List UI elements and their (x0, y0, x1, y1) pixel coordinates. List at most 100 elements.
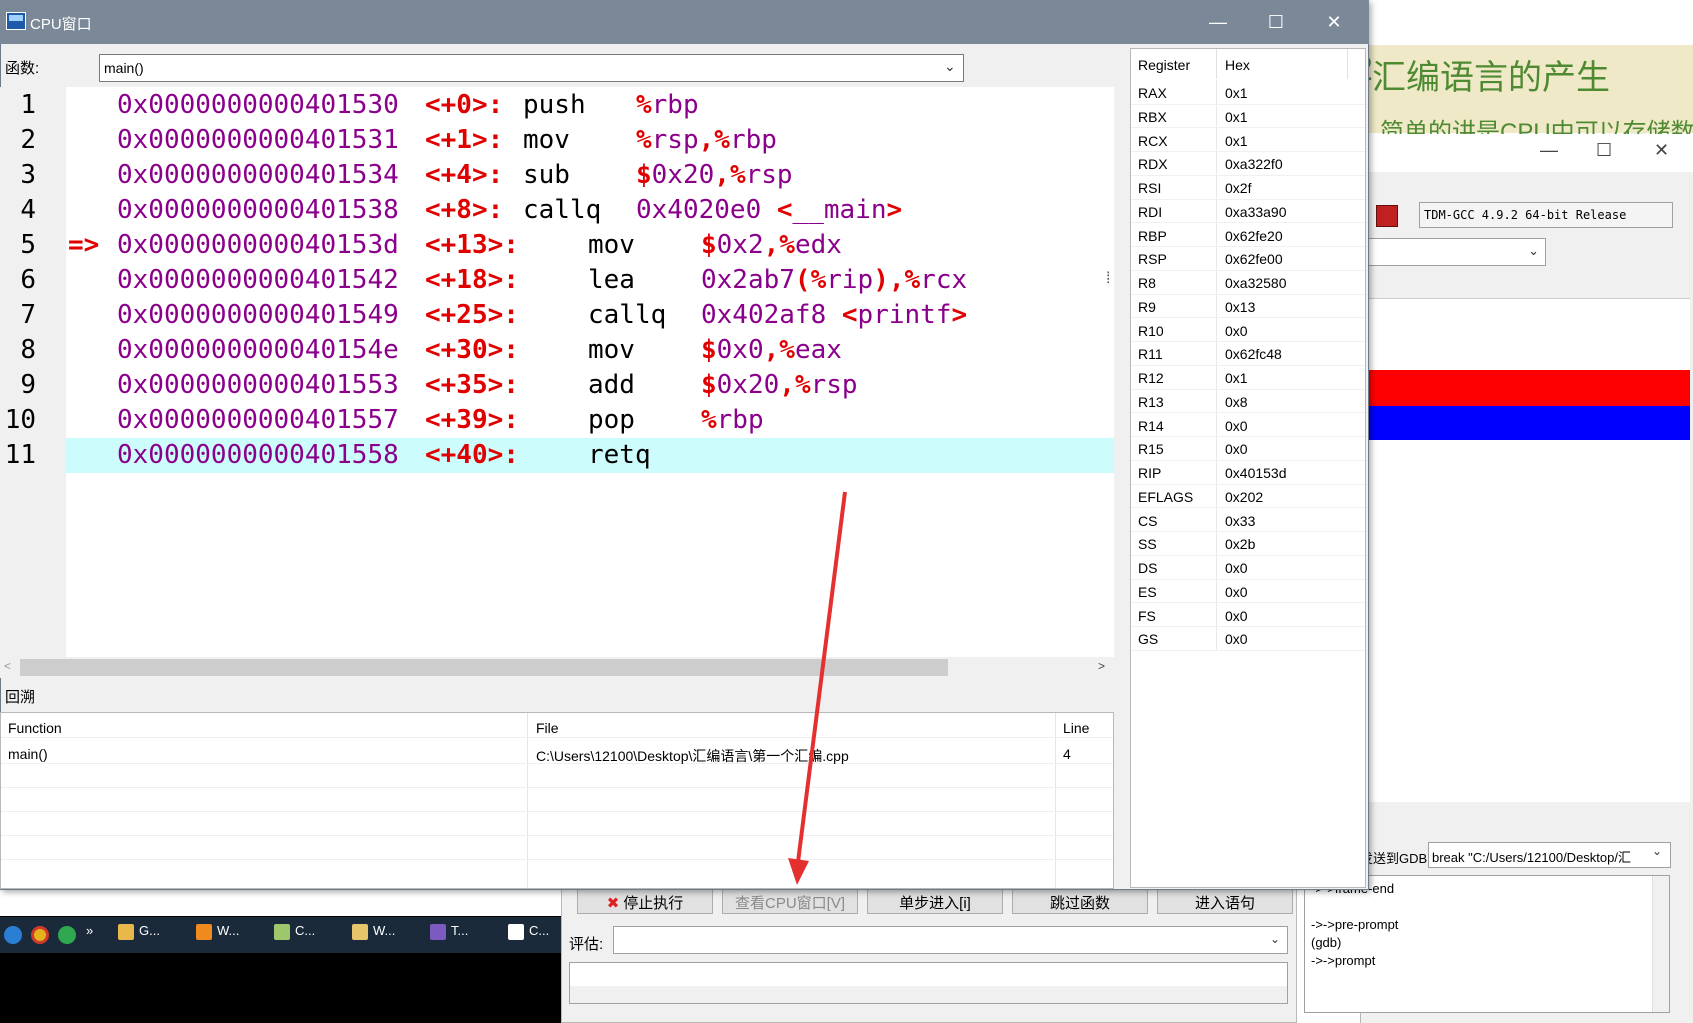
register-value: 0x13 (1225, 298, 1256, 315)
backtrace-header-file[interactable]: File (536, 720, 559, 736)
register-value: 0x0 (1225, 560, 1248, 576)
register-row[interactable]: R11 0x62fc48 (1131, 342, 1365, 366)
chevron-down-icon[interactable]: ⌄ (1652, 844, 1662, 858)
register-name: R13 (1138, 393, 1164, 410)
column-divider (1347, 49, 1348, 79)
taskbar-item[interactable]: C... (274, 923, 315, 947)
taskbar-item[interactable]: T... (430, 923, 468, 947)
backtrace-table[interactable] (0, 712, 1114, 889)
view-cpu-window-button[interactable]: 查看CPU窗口[V] (722, 886, 858, 914)
gdb-command-input[interactable]: break "C:/Users/12100/Desktop/汇 (1428, 842, 1671, 868)
line-number: 4 (20, 195, 36, 225)
line-number: 3 (20, 160, 36, 190)
register-row[interactable]: RSP 0x62fe00 (1131, 247, 1365, 271)
register-row[interactable]: RDX 0xa322f0 (1131, 152, 1365, 176)
stop-icon: ✖ (606, 895, 620, 912)
ie-icon[interactable] (4, 926, 22, 944)
register-row[interactable]: R10 0x0 (1131, 319, 1365, 343)
register-value: 0x2f (1225, 180, 1252, 196)
instruction-address: 0x000000000040153d (117, 230, 399, 260)
register-value: 0x202 (1225, 488, 1264, 505)
evaluate-output-scrollbar[interactable] (570, 986, 1287, 1003)
register-header-value[interactable]: Hex (1225, 57, 1250, 73)
chrome-icon[interactable] (31, 926, 49, 944)
line-number: 2 (20, 125, 36, 155)
register-row[interactable]: R12 0x1 (1131, 366, 1365, 390)
instruction-offset: <+35>: (425, 370, 519, 400)
evaluate-input[interactable] (613, 926, 1288, 954)
register-row[interactable]: R8 0xa32580 (1131, 271, 1365, 295)
taskbar-item[interactable]: W... (352, 923, 395, 947)
function-select[interactable]: main() (99, 54, 964, 82)
register-row[interactable]: FS 0x0 (1131, 604, 1365, 628)
register-name: CS (1138, 512, 1158, 529)
step-into-statement-button[interactable]: 进入语句 (1157, 886, 1293, 914)
register-row[interactable]: SS 0x2b (1131, 532, 1365, 556)
line-number: 10 (4, 405, 36, 435)
taskbar-item[interactable]: C... (508, 923, 549, 947)
register-row[interactable]: RAX 0x1 (1131, 81, 1365, 105)
register-name: R10 (1138, 322, 1164, 339)
register-name: R9 (1138, 298, 1156, 315)
close-icon[interactable]: ✕ (1654, 140, 1669, 161)
step-over-function-button[interactable]: 跳过函数 (1012, 886, 1148, 914)
register-row[interactable]: RDI 0xa33a90 (1131, 200, 1365, 224)
register-value: 0x33 (1225, 512, 1256, 529)
browser-icon[interactable] (58, 926, 76, 944)
banner-subtitle: 简单的讲是CPU中可以存储数 (1380, 119, 1693, 134)
maximize-icon[interactable]: ☐ (1596, 140, 1612, 161)
register-row[interactable]: RBX 0x1 (1131, 105, 1365, 129)
backtrace-header-line[interactable]: Line (1063, 720, 1089, 736)
instruction-mnemonic: lea (588, 265, 635, 295)
backtrace-header-function[interactable]: Function (8, 720, 62, 736)
cpu-window-titlebar[interactable] (0, 0, 1369, 44)
instruction-operands: $0x20,%rsp (636, 160, 793, 190)
register-row[interactable]: RIP 0x40153d (1131, 461, 1365, 485)
chevron-down-icon[interactable]: ⌄ (944, 58, 956, 75)
register-name: EFLAGS (1138, 488, 1194, 505)
taskbar-item[interactable]: W... (196, 923, 239, 947)
gdb-output[interactable]: ->->frame-end ->->pre-prompt (gdb) ->->p… (1304, 875, 1670, 1013)
register-row[interactable]: EFLAGS 0x202 (1131, 485, 1365, 509)
compiler-icon[interactable] (1376, 205, 1398, 227)
register-value: 0x0 (1225, 607, 1248, 624)
chevron-down-icon[interactable]: ⌄ (1270, 932, 1280, 946)
register-row[interactable]: CS 0x33 (1131, 509, 1365, 533)
register-row[interactable]: R9 0x13 (1131, 295, 1365, 319)
backtrace-cell-line[interactable]: 4 (1063, 746, 1071, 762)
register-name: SS (1138, 536, 1157, 553)
ide-titlebar (1360, 138, 1693, 172)
gdb-scrollbar[interactable] (1652, 876, 1669, 1012)
stop-debug-button[interactable]: ✖ 停止执行 (577, 886, 713, 914)
register-row[interactable]: ES 0x0 (1131, 580, 1365, 604)
instruction-operands: %rsp,%rbp (636, 125, 777, 155)
taskbar-overflow[interactable]: » (86, 923, 93, 947)
scroll-right-icon[interactable]: > (1098, 659, 1105, 673)
minimize-icon[interactable]: — (1198, 8, 1238, 36)
scroll-left-icon[interactable]: < (4, 659, 11, 673)
compiler-select[interactable]: TDM-GCC 4.9.2 64-bit Release (1419, 202, 1673, 228)
maximize-icon[interactable]: ☐ (1256, 8, 1296, 36)
register-header-name[interactable]: Register (1138, 57, 1190, 73)
register-row[interactable]: GS 0x0 (1131, 627, 1365, 651)
register-row[interactable]: RCX 0x1 (1131, 129, 1365, 153)
backtrace-cell-function[interactable]: main() (8, 746, 48, 762)
backtrace-cell-file[interactable]: C:\Users\12100\Desktop\汇编语言\第一个汇编.cpp (536, 746, 849, 766)
register-row[interactable]: R14 0x0 (1131, 414, 1365, 438)
taskbar-item[interactable]: G... (118, 923, 160, 947)
register-row[interactable]: R13 0x8 (1131, 390, 1365, 414)
register-name: RSP (1138, 251, 1167, 268)
register-row[interactable]: RBP 0x62fe20 (1131, 224, 1365, 248)
close-icon[interactable]: ✕ (1314, 8, 1354, 36)
register-row[interactable]: RSI 0x2f (1131, 176, 1365, 200)
register-row[interactable]: DS 0x0 (1131, 556, 1365, 580)
step-into-button[interactable]: 单步进入[i] (867, 886, 1003, 914)
disassembly-hscroll-thumb[interactable] (20, 659, 948, 676)
splitter-handle-icon[interactable]: ⁞ (1106, 270, 1110, 288)
ide-dropdown[interactable]: ⌄ (1360, 238, 1546, 266)
console-icon (508, 923, 524, 940)
register-row[interactable]: R15 0x0 (1131, 437, 1365, 461)
line-number: 7 (20, 300, 36, 330)
minimize-icon[interactable]: — (1540, 140, 1558, 161)
instruction-address: 0x0000000000401534 (117, 160, 399, 190)
